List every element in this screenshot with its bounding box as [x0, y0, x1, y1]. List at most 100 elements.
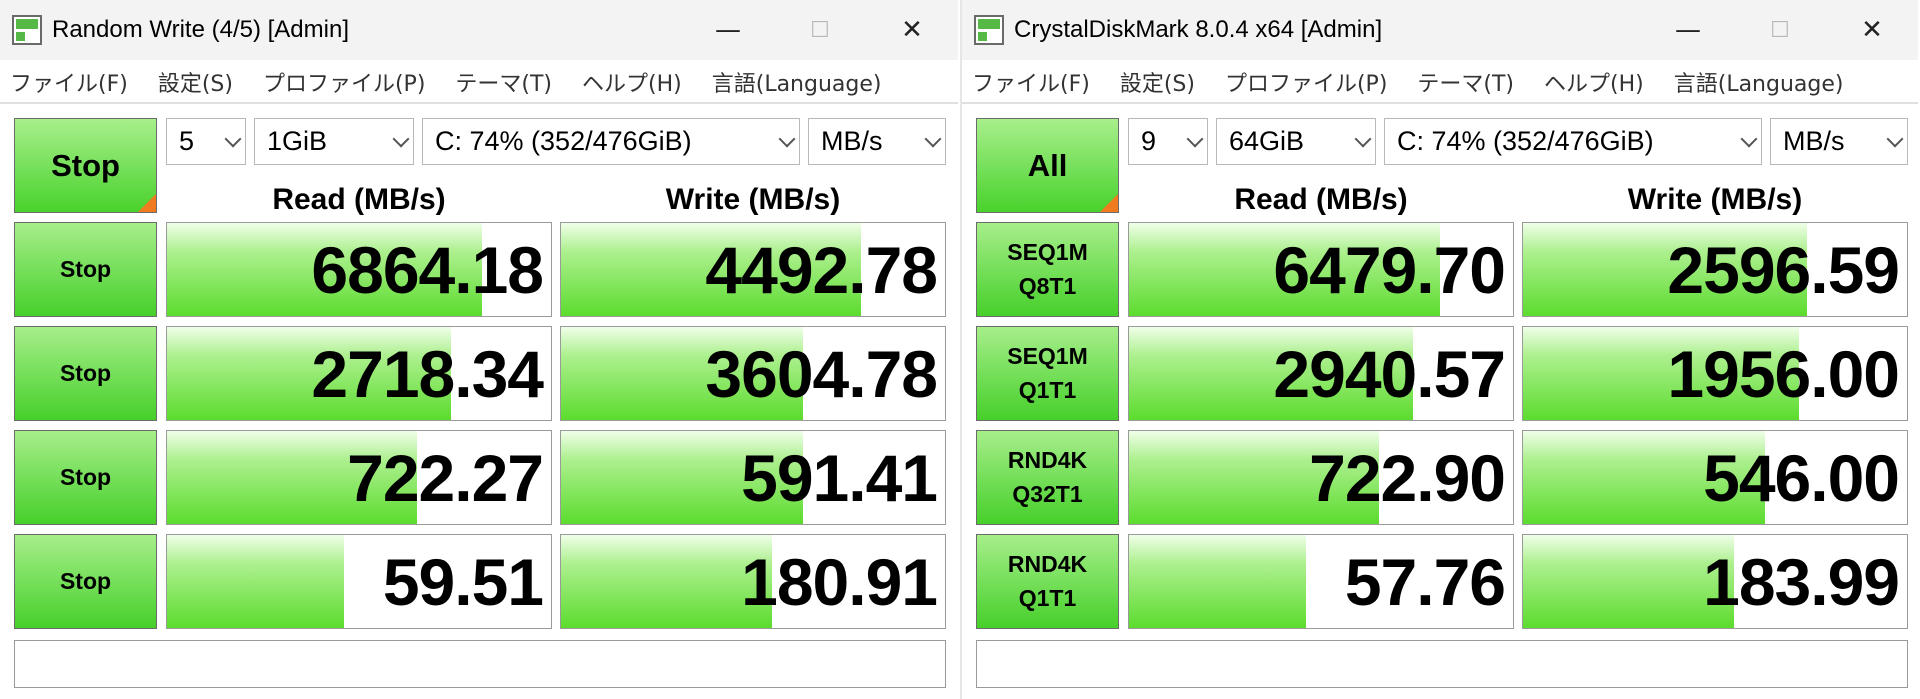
minimize-button[interactable]: — — [1642, 0, 1734, 60]
read-bar — [1129, 535, 1306, 628]
unit-select[interactable]: MB/s — [1770, 118, 1908, 165]
read-value: 2718.34 — [311, 336, 544, 411]
test-size-select[interactable]: 1GiB — [254, 118, 414, 165]
drive-select[interactable]: C: 74% (352/476GiB) — [1384, 118, 1762, 165]
test-name: SEQ1M — [1007, 343, 1088, 370]
main-button-label: Stop — [51, 147, 120, 183]
test-queue: Q32T1 — [1012, 480, 1083, 507]
chevron-down-icon — [1354, 130, 1372, 147]
menu-language[interactable]: 言語(Language) — [712, 66, 882, 98]
read-value: 59.51 — [382, 544, 544, 619]
row-3-read-cell: 722.27 — [166, 430, 552, 525]
minimize-button[interactable]: — — [682, 0, 774, 60]
title-bar[interactable]: Random Write (4/5) [Admin] — ☐ ✕ — [0, 0, 958, 60]
title-bar[interactable]: CrystalDiskMark 8.0.4 x64 [Admin] — ☐ ✕ — [962, 0, 1918, 60]
menu-bar: ファイル(F) 設定(S) プロファイル(P) テーマ(T) ヘルプ(H) 言語… — [962, 62, 1918, 102]
row-4-button[interactable]: Stop — [14, 534, 157, 629]
window-random-write: Random Write (4/5) [Admin] — ☐ ✕ ファイル(F)… — [0, 0, 958, 699]
row-3-button[interactable]: Stop — [14, 430, 157, 525]
chevron-down-icon — [1740, 130, 1758, 147]
menu-bar: ファイル(F) 設定(S) プロファイル(P) テーマ(T) ヘルプ(H) 言語… — [0, 62, 958, 102]
menu-help[interactable]: ヘルプ(H) — [582, 66, 682, 98]
test-count-select[interactable]: 9 — [1128, 118, 1208, 165]
test-count-value: 9 — [1141, 126, 1157, 156]
menu-settings[interactable]: 設定(S) — [158, 66, 233, 98]
menu-help[interactable]: ヘルプ(H) — [1544, 66, 1644, 98]
read-header: Read (MB/s) — [272, 183, 446, 216]
chevron-down-icon — [392, 130, 410, 147]
row-3-label: Stop — [59, 463, 112, 490]
status-bar — [14, 640, 946, 688]
row-2-label: Stop — [59, 359, 112, 386]
run-all-button[interactable]: All — [976, 118, 1119, 213]
window-title: Random Write (4/5) [Admin] — [52, 16, 349, 43]
seq1m-q1t1-button[interactable]: SEQ1M Q1T1 — [976, 326, 1119, 421]
window-crystaldiskmark: CrystalDiskMark 8.0.4 x64 [Admin] — ☐ ✕ … — [960, 0, 1918, 699]
menu-profile[interactable]: プロファイル(P) — [263, 66, 425, 98]
row-3-write-cell: 546.00 — [1522, 430, 1908, 525]
read-header: Read (MB/s) — [1234, 183, 1408, 216]
menu-settings[interactable]: 設定(S) — [1120, 66, 1195, 98]
read-bar — [167, 535, 344, 628]
row-1-label: Stop — [59, 255, 112, 282]
window-title: CrystalDiskMark 8.0.4 x64 [Admin] — [1014, 16, 1383, 43]
app-icon — [12, 15, 42, 45]
chevron-down-icon — [778, 130, 796, 147]
drive-value: C: 74% (352/476GiB) — [435, 126, 692, 156]
write-value: 591.41 — [741, 440, 938, 515]
write-value: 4492.78 — [705, 232, 938, 307]
row-3-read-cell: 722.90 — [1128, 430, 1514, 525]
chevron-down-icon — [1186, 130, 1204, 147]
read-value: 57.76 — [1344, 544, 1506, 619]
stop-all-button[interactable]: Stop — [14, 118, 157, 213]
rnd4k-q32t1-button[interactable]: RND4K Q32T1 — [976, 430, 1119, 525]
row-4-label: Stop — [59, 567, 112, 594]
close-button[interactable]: ✕ — [1826, 0, 1918, 60]
menu-theme[interactable]: テーマ(T) — [455, 66, 552, 98]
maximize-button[interactable]: ☐ — [1734, 0, 1826, 60]
test-queue: Q1T1 — [1018, 376, 1077, 403]
row-1-read-cell: 6864.18 — [166, 222, 552, 317]
write-value: 180.91 — [741, 544, 938, 619]
row-3-write-cell: 591.41 — [560, 430, 946, 525]
menu-separator — [0, 102, 958, 104]
write-value: 183.99 — [1703, 544, 1900, 619]
row-1-button[interactable]: Stop — [14, 222, 157, 317]
drive-select[interactable]: C: 74% (352/476GiB) — [422, 118, 800, 165]
read-value: 722.27 — [347, 440, 544, 515]
test-size-select[interactable]: 64GiB — [1216, 118, 1376, 165]
main-button-label: All — [1027, 147, 1068, 183]
unit-select[interactable]: MB/s — [808, 118, 946, 165]
chevron-down-icon — [224, 130, 242, 147]
rnd4k-q1t1-button[interactable]: RND4K Q1T1 — [976, 534, 1119, 629]
test-queue: Q1T1 — [1018, 584, 1077, 611]
chevron-down-icon — [1886, 130, 1904, 147]
app-icon — [974, 15, 1004, 45]
row-1-write-cell: 2596.59 — [1522, 222, 1908, 317]
test-count-select[interactable]: 5 — [166, 118, 246, 165]
row-2-write-cell: 3604.78 — [560, 326, 946, 421]
status-bar — [976, 640, 1908, 688]
chevron-down-icon — [924, 130, 942, 147]
write-value: 1956.00 — [1667, 336, 1900, 411]
row-2-button[interactable]: Stop — [14, 326, 157, 421]
read-value: 722.90 — [1309, 440, 1506, 515]
menu-file[interactable]: ファイル(F) — [10, 66, 128, 98]
test-name: RND4K — [1007, 447, 1088, 474]
seq1m-q8t1-button[interactable]: SEQ1M Q8T1 — [976, 222, 1119, 317]
write-header: Write (MB/s) — [1627, 183, 1803, 216]
read-value: 2940.57 — [1273, 336, 1506, 411]
row-2-read-cell: 2940.57 — [1128, 326, 1514, 421]
menu-theme[interactable]: テーマ(T) — [1417, 66, 1514, 98]
write-value: 2596.59 — [1667, 232, 1900, 307]
row-4-read-cell: 57.76 — [1128, 534, 1514, 629]
maximize-button[interactable]: ☐ — [774, 0, 866, 60]
write-value: 546.00 — [1703, 440, 1900, 515]
row-1-write-cell: 4492.78 — [560, 222, 946, 317]
menu-file[interactable]: ファイル(F) — [972, 66, 1090, 98]
close-button[interactable]: ✕ — [866, 0, 958, 60]
row-2-write-cell: 1956.00 — [1522, 326, 1908, 421]
menu-profile[interactable]: プロファイル(P) — [1225, 66, 1387, 98]
corner-marker — [138, 194, 156, 212]
menu-language[interactable]: 言語(Language) — [1674, 66, 1844, 98]
